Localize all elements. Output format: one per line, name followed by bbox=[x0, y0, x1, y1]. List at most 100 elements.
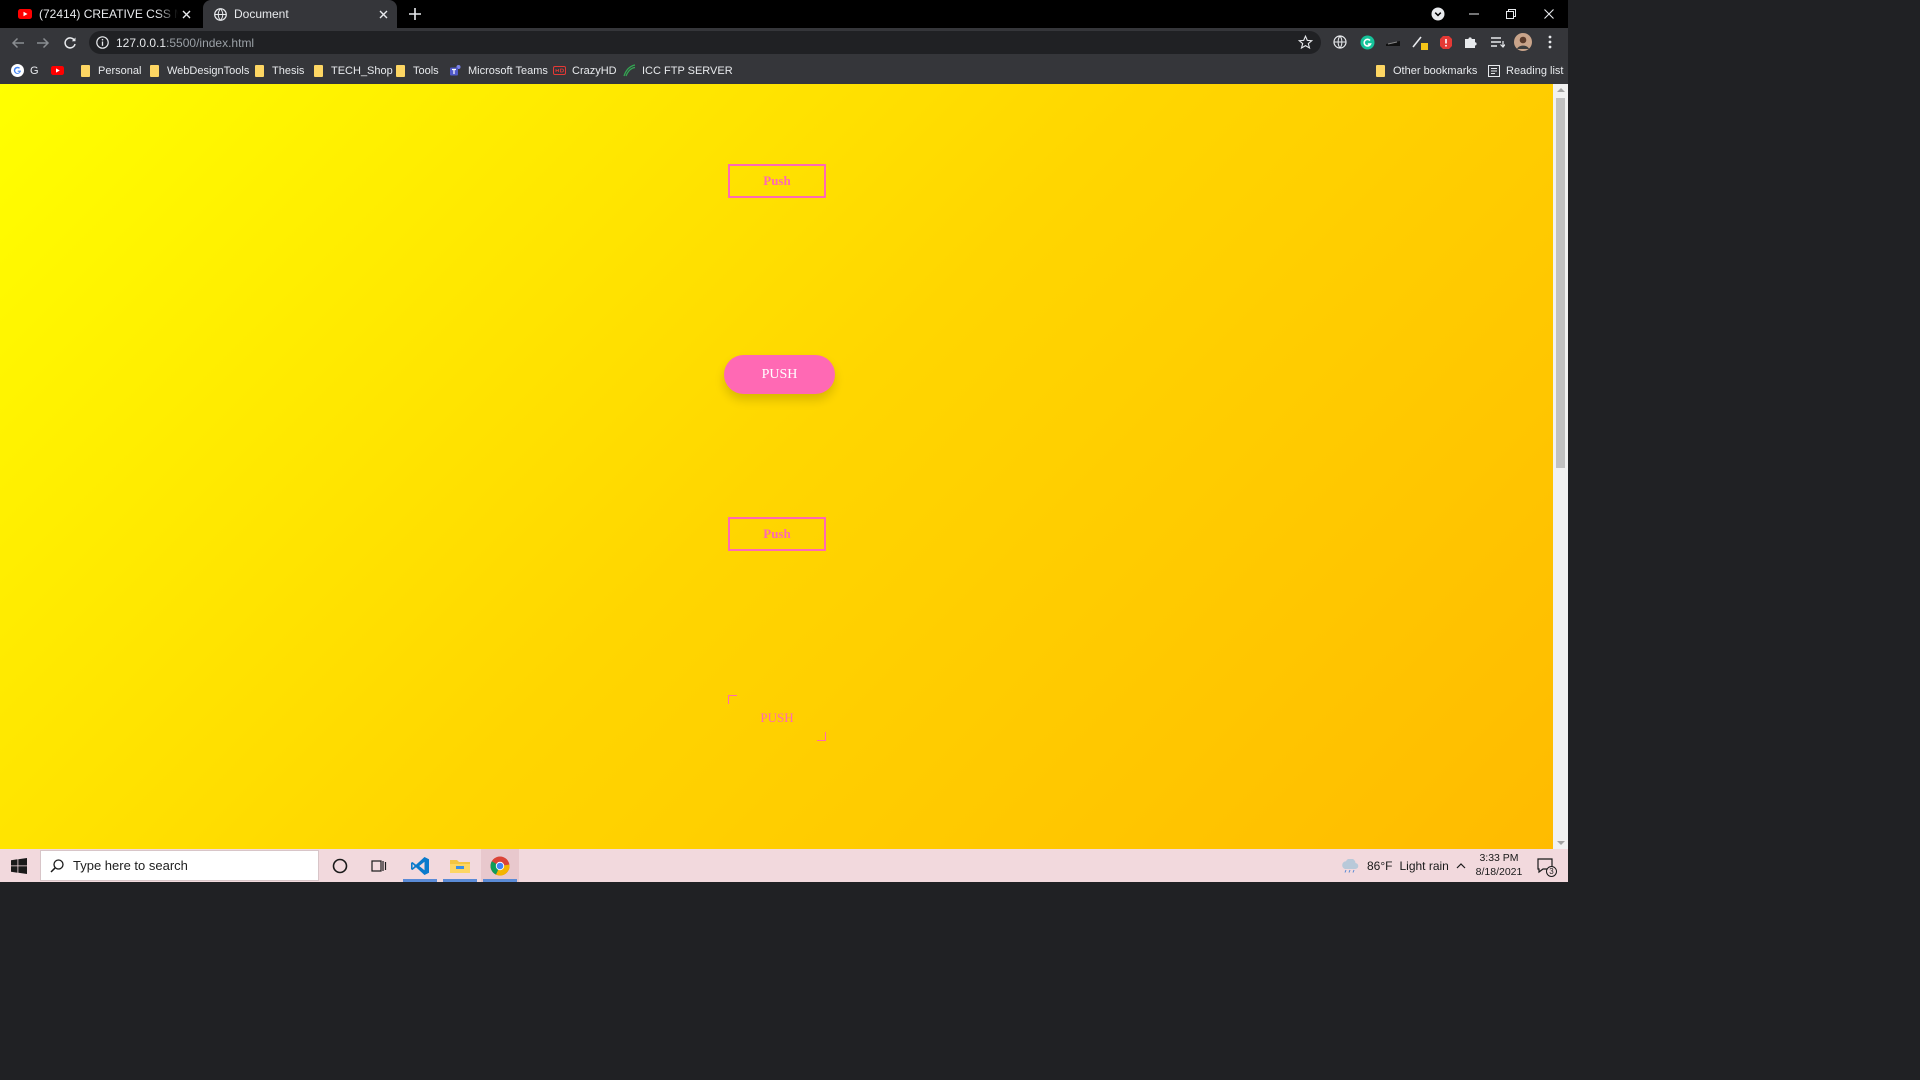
push-button-outlined-1[interactable]: Push bbox=[728, 164, 826, 198]
close-window-button[interactable] bbox=[1538, 0, 1560, 28]
reading-list-icon bbox=[1487, 64, 1500, 77]
back-button[interactable] bbox=[8, 33, 28, 53]
tab-search-button[interactable] bbox=[1428, 0, 1448, 28]
folder-icon bbox=[1374, 64, 1387, 77]
tab-title: Document bbox=[234, 7, 289, 21]
folder-icon bbox=[148, 64, 161, 77]
youtube-icon bbox=[51, 64, 64, 77]
tab-youtube[interactable]: (72414) CREATIVE CSS MENUBAR bbox=[8, 0, 200, 28]
chrome-icon bbox=[490, 856, 510, 875]
weather-condition: Light rain bbox=[1399, 858, 1449, 873]
corner-bracket-bottom-right bbox=[817, 732, 826, 741]
bookmark-icc-ftp-server[interactable]: ICC FTP SERVER bbox=[623, 62, 733, 79]
translate-extension-icon[interactable] bbox=[1331, 33, 1349, 51]
folder-icon bbox=[79, 64, 92, 77]
bookmark-tools[interactable]: Tools bbox=[394, 62, 439, 79]
bookmark-crazyhd[interactable]: CrazyHD bbox=[553, 62, 617, 79]
bookmark-label: TECH_Shop bbox=[331, 64, 393, 77]
url-text: 127.0.0.1:5500/index.html bbox=[116, 36, 254, 50]
bookmark-personal[interactable]: Personal bbox=[79, 62, 141, 79]
search-icon bbox=[50, 858, 64, 873]
folder-icon bbox=[253, 64, 266, 77]
action-center-button[interactable]: 3 bbox=[1532, 849, 1560, 882]
globe-icon bbox=[212, 6, 228, 22]
adblock-extension-icon[interactable] bbox=[1437, 33, 1455, 51]
explorer-running-indicator bbox=[443, 879, 477, 882]
cortana-circle-icon bbox=[332, 858, 348, 873]
clock-date: 8/18/2021 bbox=[1475, 866, 1523, 878]
bookmark-star-icon[interactable] bbox=[1298, 35, 1313, 50]
show-hidden-icons-button[interactable] bbox=[1452, 849, 1470, 882]
push-button-filled-pill[interactable]: PUSH bbox=[724, 355, 835, 394]
task-view-icon bbox=[371, 859, 387, 872]
minimize-button[interactable] bbox=[1463, 0, 1485, 28]
windows-logo-icon bbox=[11, 857, 27, 874]
bookmark-webdesigntools[interactable]: WebDesignTools bbox=[148, 62, 249, 79]
menu-kebab-icon[interactable] bbox=[1541, 33, 1559, 51]
folder-icon bbox=[394, 64, 407, 77]
tab-strip: (72414) CREATIVE CSS MENUBAR Document bbox=[0, 0, 1568, 28]
vscode-running-indicator bbox=[403, 879, 437, 882]
reading-queue-icon[interactable] bbox=[1488, 33, 1506, 51]
taskbar-clock[interactable]: 3:33 PM 8/18/2021 bbox=[1470, 851, 1528, 879]
reload-button[interactable] bbox=[60, 33, 80, 53]
bookmark-label: Thesis bbox=[272, 64, 305, 77]
clock-time: 3:33 PM bbox=[1479, 852, 1519, 864]
corner-bracket-top-left bbox=[728, 695, 737, 704]
bookmark-tech-shop[interactable]: TECH_Shop bbox=[312, 62, 393, 79]
bookmark-microsoft-teams[interactable]: Microsoft Teams bbox=[449, 62, 548, 79]
bookmark-label: ICC FTP SERVER bbox=[642, 64, 733, 77]
page-scrollbar[interactable] bbox=[1553, 84, 1568, 849]
file-explorer-taskbar-button[interactable] bbox=[441, 849, 479, 882]
bookmark-label: Tools bbox=[413, 64, 439, 77]
scroll-down-arrow-icon[interactable] bbox=[1557, 841, 1565, 845]
dark-mode-extension-icon[interactable] bbox=[1384, 33, 1402, 51]
colorpicker-extension-icon[interactable] bbox=[1411, 33, 1429, 51]
bookmark-label: WebDesignTools bbox=[167, 64, 250, 77]
grammarly-icon[interactable] bbox=[1358, 33, 1376, 51]
info-icon[interactable] bbox=[96, 36, 109, 49]
address-bar[interactable]: 127.0.0.1:5500/index.html bbox=[89, 31, 1321, 54]
bookmark-google[interactable]: G bbox=[11, 62, 39, 79]
bookmark-label: G bbox=[30, 64, 39, 77]
bookmark-label: Personal bbox=[98, 64, 142, 77]
taskbar-search-box[interactable]: Type here to search bbox=[40, 850, 319, 881]
task-view-button[interactable] bbox=[361, 849, 397, 882]
folder-icon bbox=[312, 64, 325, 77]
google-icon bbox=[11, 64, 24, 77]
folder-explorer-icon bbox=[450, 859, 470, 873]
search-placeholder: Type here to search bbox=[73, 858, 188, 873]
profile-avatar-icon[interactable] bbox=[1514, 33, 1532, 51]
close-icon[interactable] bbox=[375, 6, 391, 22]
youtube-icon bbox=[17, 6, 33, 22]
vscode-taskbar-button[interactable] bbox=[401, 849, 439, 882]
forward-button[interactable] bbox=[33, 33, 53, 53]
bookmark-label: CrazyHD bbox=[572, 64, 617, 77]
weather-widget[interactable]: 86°F Light rain bbox=[1340, 849, 1449, 882]
tab-document[interactable]: Document bbox=[203, 0, 397, 28]
scroll-up-arrow-icon[interactable] bbox=[1557, 88, 1565, 92]
scrollbar-thumb[interactable] bbox=[1556, 98, 1565, 468]
reading-list-button[interactable]: Reading list bbox=[1487, 62, 1563, 79]
start-button[interactable] bbox=[0, 849, 38, 882]
crazyhd-icon bbox=[553, 64, 566, 77]
close-icon[interactable] bbox=[178, 6, 194, 22]
push-button-corner-brackets[interactable]: PUSH bbox=[728, 695, 826, 741]
bookmark-other-bookmarks[interactable]: Other bookmarks bbox=[1374, 62, 1477, 79]
chrome-taskbar-button[interactable] bbox=[481, 849, 519, 882]
push-button-outlined-2[interactable]: Push bbox=[728, 517, 826, 551]
extensions-puzzle-icon[interactable] bbox=[1462, 33, 1480, 51]
bookmark-thesis[interactable]: Thesis bbox=[253, 62, 304, 79]
chrome-running-indicator bbox=[483, 879, 517, 882]
bookmarks-bar: G Personal WebDesignTools Thesis TECH_Sh… bbox=[0, 57, 1568, 84]
push-button-label: PUSH bbox=[760, 710, 794, 725]
notification-count-badge: 3 bbox=[1546, 866, 1557, 877]
icc-icon bbox=[623, 64, 636, 77]
cortana-button[interactable] bbox=[322, 849, 358, 882]
chevron-up-icon bbox=[1456, 862, 1466, 868]
bookmark-label: Microsoft Teams bbox=[468, 64, 548, 77]
bookmark-youtube[interactable] bbox=[51, 62, 70, 79]
restore-button[interactable] bbox=[1500, 0, 1522, 28]
new-tab-button[interactable] bbox=[406, 5, 424, 23]
cloud-rain-icon bbox=[1342, 858, 1359, 873]
